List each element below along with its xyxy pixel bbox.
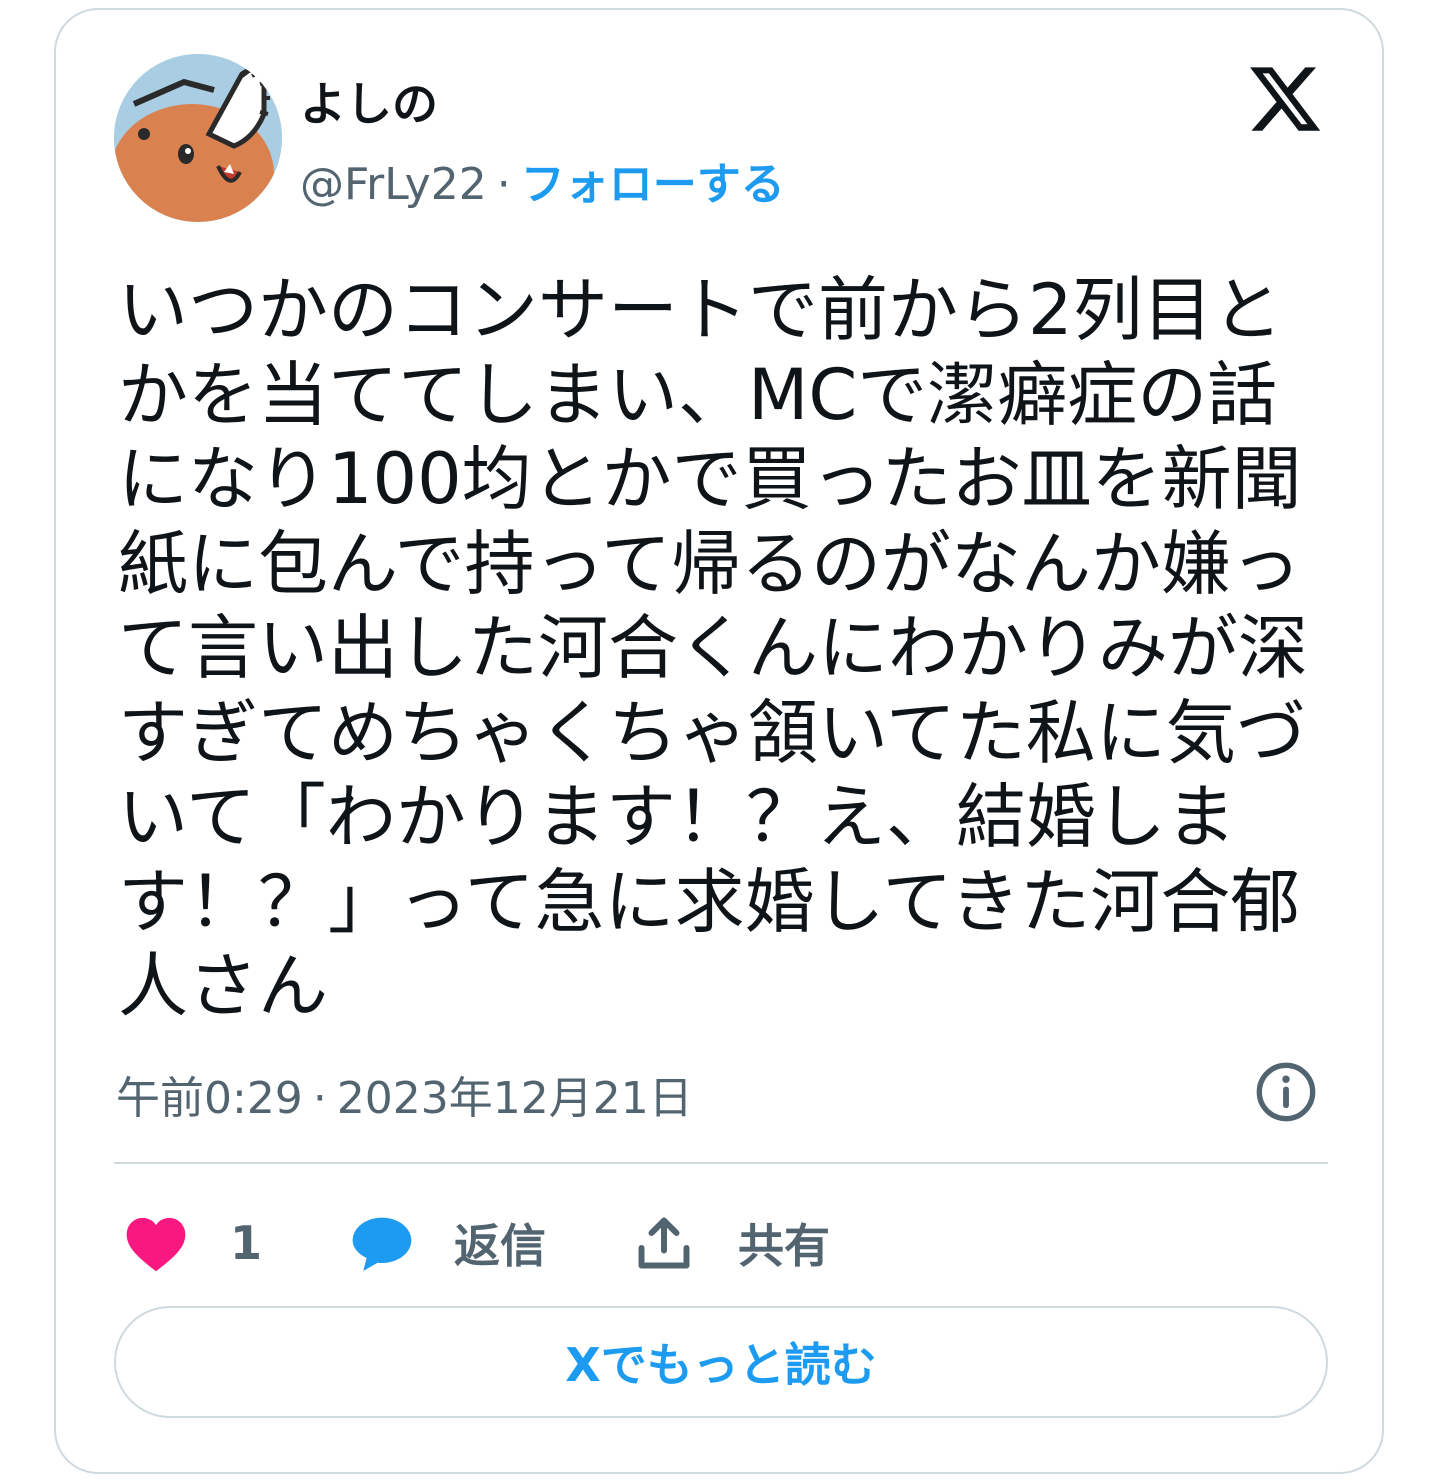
info-icon[interactable]: [1254, 1060, 1318, 1124]
tweet-line: すぎてめちゃくちゃ頷いてた私に気づ: [118, 691, 1306, 774]
share-upload-icon: [638, 1217, 690, 1269]
handle-row: @FrLy22 · フォローする: [300, 148, 785, 212]
tweet-timestamp[interactable]: 午前0:29 · 2023年12月21日: [116, 1062, 693, 1126]
reply-button[interactable]: 返信: [350, 1198, 546, 1288]
display-name[interactable]: よしの: [300, 68, 438, 134]
share-label: 共有: [738, 1219, 830, 1273]
like-button[interactable]: 1: [124, 1198, 262, 1288]
tweet-line: て言い出した河合くんにわかりみが深: [118, 607, 1308, 689]
heart-icon: [126, 1217, 186, 1272]
like-count: 1: [230, 1216, 263, 1270]
action-bar: 1 返信 共有: [114, 1198, 1328, 1288]
speech-bubble-icon: [352, 1217, 412, 1271]
separator-dot: ·: [312, 1073, 327, 1124]
tweet-line: かを当ててしまい、MCで潔癖症の話: [118, 353, 1278, 436]
divider: [114, 1162, 1328, 1164]
tweet-line: になり100均とかで買ったお皿を新聞: [118, 438, 1302, 520]
tweet-line: 人さん: [118, 945, 328, 1027]
follow-button[interactable]: フォローする: [521, 159, 785, 210]
tweet-time: 午前0:29: [116, 1073, 303, 1124]
separator-dot: ·: [496, 159, 511, 210]
read-more-button[interactable]: Xでもっと読む: [114, 1306, 1328, 1418]
avatar[interactable]: [114, 54, 282, 222]
tweet-text: いつかのコンサートで前から2列目と かを当ててしまい、MCで潔癖症の話 になり100…: [118, 268, 1328, 1029]
x-logo-icon[interactable]: [1246, 60, 1324, 138]
tweet-line: いて「わかります！？え、結婚しま: [118, 776, 1236, 858]
user-handle[interactable]: @FrLy22: [300, 159, 487, 210]
tweet-date: 2023年12月21日: [336, 1073, 693, 1124]
share-button[interactable]: 共有: [634, 1198, 830, 1288]
reply-label: 返信: [454, 1219, 546, 1273]
tweet-line: いつかのコンサートで前から2列目と: [118, 269, 1283, 351]
avatar-image: [114, 54, 282, 222]
tweet-line: す！？」って急に求婚してきた河合郁: [118, 860, 1301, 943]
tweet-embed-card: よしの @FrLy22 · フォローする いつかのコンサートで前から2列目と かを当て…: [54, 8, 1384, 1474]
tweet-line: 紙に包んで持って帰るのがなんか嫌っ: [118, 522, 1301, 605]
